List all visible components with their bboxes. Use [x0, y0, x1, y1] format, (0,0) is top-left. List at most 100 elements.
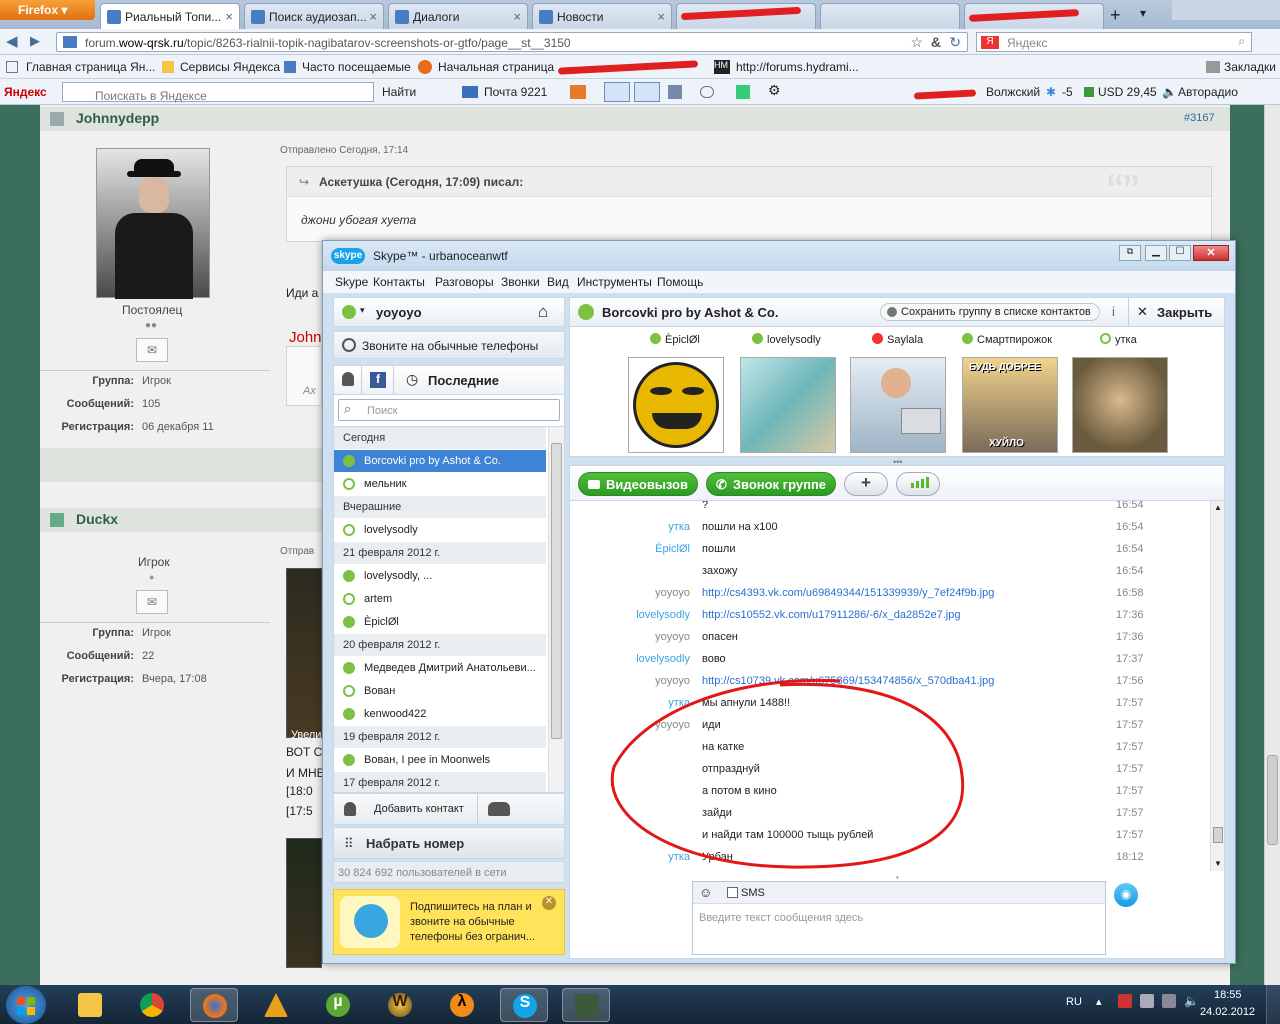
avatar-trollface[interactable]	[628, 357, 724, 453]
call-phones-button[interactable]: Звоните на обычные телефоны	[333, 331, 565, 359]
bookmarks-menu[interactable]: Закладки	[1224, 60, 1276, 74]
promo-banner[interactable]: Подпишитесь на план и звоните на обычные…	[333, 889, 565, 955]
explorer-taskbar-button[interactable]	[66, 988, 114, 1022]
firefox-taskbar-button[interactable]	[190, 988, 238, 1022]
restore-icon[interactable]: ⧉	[1119, 245, 1141, 261]
mail-button[interactable]: Почта 9221	[484, 85, 547, 99]
message-author[interactable]: lovelysodly	[636, 609, 690, 621]
message-row[interactable]: ? 16:54	[574, 501, 1208, 517]
bookmark-item[interactable]: Начальная страница	[438, 60, 554, 74]
tray-icon[interactable]	[1118, 994, 1132, 1008]
maximize-icon[interactable]: ☐	[1169, 245, 1191, 261]
contact-item[interactable]: artem	[334, 588, 546, 610]
tab-recent[interactable]: Последние	[428, 373, 499, 388]
close-icon[interactable]: ×	[657, 9, 665, 24]
close-icon[interactable]: ×	[225, 9, 233, 24]
message-button[interactable]: ✉	[136, 338, 168, 362]
translate-icon[interactable]	[604, 82, 630, 102]
message-link[interactable]: http://cs4393.vk.com/u69849344/151339939…	[702, 587, 994, 599]
menu-skype[interactable]: Skype	[335, 275, 368, 289]
scroll-down-icon[interactable]: ▼	[1214, 859, 1222, 868]
find-button[interactable]: Найти	[382, 85, 416, 99]
participant-name[interactable]: lovelysodly	[752, 333, 821, 346]
yandex-search-input[interactable]: Поискать в Яндексе	[62, 82, 374, 103]
menu-view[interactable]: Вид	[547, 275, 569, 289]
bookmark-item[interactable]: Часто посещаемые	[302, 60, 411, 74]
tab-redacted[interactable]	[820, 3, 960, 29]
comment-icon[interactable]	[700, 86, 714, 98]
gear-icon[interactable]: ⚙	[768, 82, 781, 99]
group-call-button[interactable]: ✆ Звонок группе	[706, 472, 836, 496]
save-group-button[interactable]: Сохранить группу в списке контактов	[880, 303, 1100, 321]
list-scrollbar[interactable]	[548, 427, 564, 792]
tab-redacted[interactable]	[676, 3, 816, 29]
clock-time[interactable]: 18:55	[1214, 989, 1242, 1001]
tray-arrow-icon[interactable]: ▴	[1096, 995, 1102, 1008]
contact-item[interactable]: lovelysodly, ...	[334, 565, 546, 587]
profile-bar[interactable]: ▾ yoyoyo ⌂	[333, 297, 565, 327]
participant-name[interactable]: утка	[1100, 333, 1137, 346]
tab-forum[interactable]: Риальный Топи... ×	[100, 3, 240, 29]
wow-taskbar-button[interactable]: W	[376, 988, 424, 1022]
message-row[interactable]: lovelysodly вово 17:37	[574, 649, 1208, 671]
game-screenshot[interactable]	[286, 838, 322, 968]
bookmark-star-icon[interactable]: ☆	[910, 34, 923, 51]
chat-scrollbar[interactable]: ▲ ▼	[1210, 501, 1224, 871]
avatar-smartpirozhok[interactable]: БУДЬ ДОБРЕЕ ХУЙЛО	[962, 357, 1058, 453]
temperature[interactable]: -5	[1062, 85, 1073, 99]
language-indicator[interactable]: RU	[1066, 996, 1082, 1008]
scrollbar-thumb[interactable]	[1213, 827, 1223, 843]
menu-conversations[interactable]: Разговоры	[435, 275, 494, 289]
yandex-menu[interactable]: Яндекс	[4, 85, 47, 99]
close-icon[interactable]: ✕	[1193, 245, 1229, 261]
start-button[interactable]	[6, 986, 46, 1024]
tab-list-icon[interactable]: ▾	[1140, 6, 1146, 20]
tab-news[interactable]: Новости ×	[532, 3, 672, 29]
message-author[interactable]: ÈpiclØl	[655, 543, 690, 555]
home-icon[interactable]: ⌂	[538, 302, 548, 322]
back-icon[interactable]: ◀	[6, 32, 18, 50]
message-button[interactable]: ✉	[136, 590, 168, 614]
url-bar[interactable]: forum.wow-qrsk.ru/topic/8263-rialnii-top…	[56, 32, 968, 52]
status-online-icon[interactable]	[342, 305, 356, 319]
search-box[interactable]: Я Яндекс ⌕	[976, 32, 1252, 52]
skype-taskbar-button[interactable]: S	[500, 988, 548, 1022]
reload-icon[interactable]: ↻	[949, 34, 961, 51]
tray-icon[interactable]	[1140, 994, 1154, 1008]
contact-item[interactable]: Borcovki pro by Ashot & Co.	[334, 450, 546, 472]
avatar-saylala[interactable]	[850, 357, 946, 453]
add-contact-button[interactable]: Добавить контакт	[334, 794, 478, 824]
create-group-icon[interactable]	[488, 802, 510, 816]
minimize-icon[interactable]: ▁	[1145, 245, 1167, 261]
message-row[interactable]: yoyoyo опасен 17:36	[574, 627, 1208, 649]
tab-contacts[interactable]	[334, 366, 362, 394]
message-row[interactable]: ÈpiclØl пошли 16:54	[574, 539, 1208, 561]
dial-button[interactable]: ⠿ Набрать номер	[333, 827, 565, 859]
city-label[interactable]: Волжский	[986, 85, 1040, 99]
scrollbar-thumb[interactable]	[1267, 755, 1278, 845]
contact-item[interactable]: ÈpiclØl	[334, 611, 546, 633]
close-icon[interactable]: ×	[513, 9, 521, 24]
bookmark-item[interactable]: Главная страница Ян...	[26, 60, 155, 74]
show-desktop-button[interactable]	[1266, 985, 1280, 1024]
contact-item[interactable]: Медведев Дмитрий Анатольеви...	[334, 657, 546, 679]
close-icon[interactable]: ✕	[542, 896, 556, 910]
sms-checkbox[interactable]	[727, 887, 738, 898]
contact-item[interactable]: Вован	[334, 680, 546, 702]
menu-help[interactable]: Помощь	[657, 275, 703, 289]
scroll-up-icon[interactable]: ▲	[1214, 503, 1222, 512]
app-taskbar-button[interactable]	[252, 988, 300, 1022]
message-author[interactable]: yoyoyo	[655, 587, 690, 599]
tab-redacted[interactable]	[964, 3, 1104, 29]
message-input-box[interactable]: ☺ SMS Введите текст сообщения здесь	[692, 881, 1106, 955]
participant-name[interactable]: ÈpiclØl	[650, 333, 700, 346]
participant-name[interactable]: Saylala	[872, 333, 923, 346]
tab-facebook[interactable]: f	[362, 366, 394, 394]
message-link[interactable]: http://cs10552.vk.com/u17911286/-6/x_da2…	[702, 609, 960, 621]
video-call-button[interactable]: Видеовызов	[578, 472, 698, 496]
profile-name[interactable]: yoyoyo	[376, 305, 422, 320]
message-row[interactable]: захожу 16:54	[574, 561, 1208, 583]
menu-tools[interactable]: Инструменты	[577, 275, 652, 289]
speaker-icon[interactable]: 🔈	[1184, 994, 1199, 1008]
page-scrollbar[interactable]	[1264, 105, 1280, 985]
